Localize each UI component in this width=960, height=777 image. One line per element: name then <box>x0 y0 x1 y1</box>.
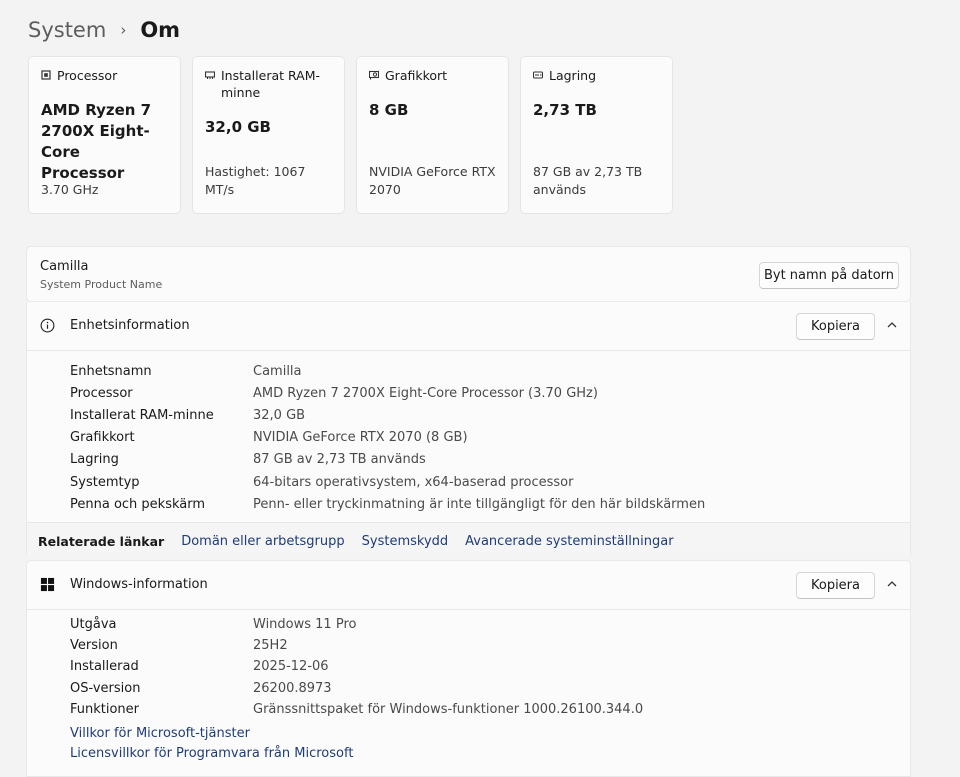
info-key: Utgåva <box>70 617 117 633</box>
link-microsoft-software-license[interactable]: Licensvillkor för Programvara från Micro… <box>70 744 353 764</box>
info-value: Penn- eller tryckinmatning är inte tillg… <box>253 496 706 512</box>
info-key: Grafikkort <box>70 430 135 446</box>
rename-pc-button[interactable]: Byt namn på datorn <box>759 262 899 289</box>
info-row: Penna och pekskärm Penn- eller tryckinmat… <box>70 493 705 515</box>
card-graphics: Grafikkort 8 GB NVIDIA GeForce RTX 2070 <box>356 56 509 214</box>
settings-window: System › Om Processor AMD Ryzen 7 2700X … <box>0 0 960 777</box>
info-key: Funktioner <box>70 701 140 717</box>
card-label: Installerat RAM-minne <box>221 68 321 100</box>
info-key: Installerad <box>70 659 139 675</box>
chevron-up-icon[interactable] <box>886 578 898 590</box>
info-key: OS-version <box>70 680 141 696</box>
device-info-rows: Enhetsnamn Camilla Processor AMD Ryzen 7 2… <box>70 360 705 515</box>
info-value: Windows 11 Pro <box>253 617 357 633</box>
windows-logo-icon <box>40 577 55 592</box>
info-key: Lagring <box>70 452 119 468</box>
link-domain-workgroup[interactable]: Domän eller arbetsgrupp <box>181 534 344 549</box>
breadcrumb-system[interactable]: System <box>28 18 106 42</box>
card-sub: 87 GB av 2,73 TB används <box>533 164 643 197</box>
info-row: Version 25H2 <box>70 635 643 656</box>
card-value: 8 GB <box>369 101 409 119</box>
card-sub: Hastighet: 1067 MT/s <box>205 164 306 197</box>
section-title: Enhetsinformation <box>70 318 190 333</box>
device-product-name: System Product Name <box>40 278 163 291</box>
card-sub: 3.70 GHz <box>41 182 99 197</box>
breadcrumb: System › Om <box>28 14 180 46</box>
chevron-up-icon[interactable] <box>886 319 898 331</box>
info-icon <box>40 318 55 333</box>
info-row: Funktioner Gränssnittspaket för Windows-f… <box>70 699 643 720</box>
windows-info-header[interactable]: Windows-information Kopiera <box>27 561 910 610</box>
link-system-protection[interactable]: Systemskydd <box>362 534 449 549</box>
card-label: Processor <box>57 68 118 83</box>
info-value: 64-bitars operativsystem, x64-baserad pr… <box>253 474 574 490</box>
copy-device-info-button[interactable]: Kopiera <box>796 313 875 340</box>
info-row: Installerad 2025-12-06 <box>70 656 643 677</box>
spec-cards: Processor AMD Ryzen 7 2700X Eight-Core P… <box>28 56 673 214</box>
card-ram: Installerat RAM-minne 32,0 GB Hastighet:… <box>192 56 345 214</box>
related-links-bar: Relaterade länkar Domän eller arbetsgrup… <box>27 522 910 559</box>
page-title: Om <box>140 18 181 42</box>
storage-icon <box>533 71 543 79</box>
link-microsoft-services-agreement[interactable]: Villkor för Microsoft-tjänster <box>70 724 353 744</box>
card-label: Lagring <box>549 68 597 83</box>
info-row: Processor AMD Ryzen 7 2700X Eight-Core Pr… <box>70 382 705 404</box>
link-advanced-system-settings[interactable]: Avancerade systeminställningar <box>465 534 673 549</box>
windows-info-section: Windows-information Kopiera Utgåva Window… <box>26 560 911 777</box>
info-key: Enhetsnamn <box>70 363 152 379</box>
device-name-panel: Camilla System Product Name Byt namn på … <box>26 246 911 302</box>
info-key: Version <box>70 638 118 654</box>
info-value: 26200.8973 <box>253 680 332 696</box>
info-value: 2025-12-06 <box>253 659 329 675</box>
card-storage: Lagring 2,73 TB 87 GB av 2,73 TB används <box>520 56 673 214</box>
info-value: 32,0 GB <box>253 407 306 423</box>
windows-info-rows: Utgåva Windows 11 Pro Version 25H2 Install… <box>70 614 643 720</box>
card-value: 2,73 TB <box>533 101 597 119</box>
related-links-label: Relaterade länkar <box>38 533 165 549</box>
section-title: Windows-information <box>70 577 208 592</box>
chevron-right-icon: › <box>120 21 127 39</box>
device-info-section: Enhetsinformation Kopiera Enhetsnamn Cami… <box>26 302 911 559</box>
info-row: OS-version 26200.8973 <box>70 678 643 699</box>
info-key: Systemtyp <box>70 474 140 490</box>
device-name: Camilla <box>40 259 89 274</box>
info-row: Enhetsnamn Camilla <box>70 360 705 382</box>
info-key: Processor <box>70 385 133 401</box>
info-value: 25H2 <box>253 638 288 654</box>
copy-windows-info-button[interactable]: Kopiera <box>796 572 875 599</box>
card-processor: Processor AMD Ryzen 7 2700X Eight-Core P… <box>28 56 181 214</box>
info-row: Lagring 87 GB av 2,73 TB används <box>70 449 705 471</box>
card-sub: NVIDIA GeForce RTX 2070 <box>369 164 496 197</box>
card-label: Grafikkort <box>385 68 448 83</box>
info-row: Systemtyp 64-bitars operativsystem, x64-b… <box>70 471 705 493</box>
card-value: AMD Ryzen 7 2700X Eight-Core Processor <box>41 101 152 182</box>
device-info-header[interactable]: Enhetsinformation Kopiera <box>27 302 910 351</box>
info-value: Gränssnittspaket för Windows-funktioner … <box>253 701 644 717</box>
info-value: 87 GB av 2,73 TB används <box>253 452 426 468</box>
info-value: Camilla <box>253 363 302 379</box>
processor-icon <box>41 70 51 80</box>
info-value: NVIDIA GeForce RTX 2070 (8 GB) <box>253 430 468 446</box>
info-key: Installerat RAM-minne <box>70 407 214 423</box>
card-value: 32,0 GB <box>205 118 271 136</box>
info-key: Penna och pekskärm <box>70 496 206 512</box>
info-row: Utgåva Windows 11 Pro <box>70 614 643 635</box>
info-value: AMD Ryzen 7 2700X Eight-Core Processor (… <box>253 385 598 401</box>
info-row: Grafikkort NVIDIA GeForce RTX 2070 (8 GB) <box>70 427 705 449</box>
graphics-card-icon <box>369 70 379 80</box>
info-row: Installerat RAM-minne 32,0 GB <box>70 404 705 426</box>
ram-icon <box>205 71 215 79</box>
windows-links: Villkor för Microsoft-tjänster Licensvil… <box>70 724 353 763</box>
